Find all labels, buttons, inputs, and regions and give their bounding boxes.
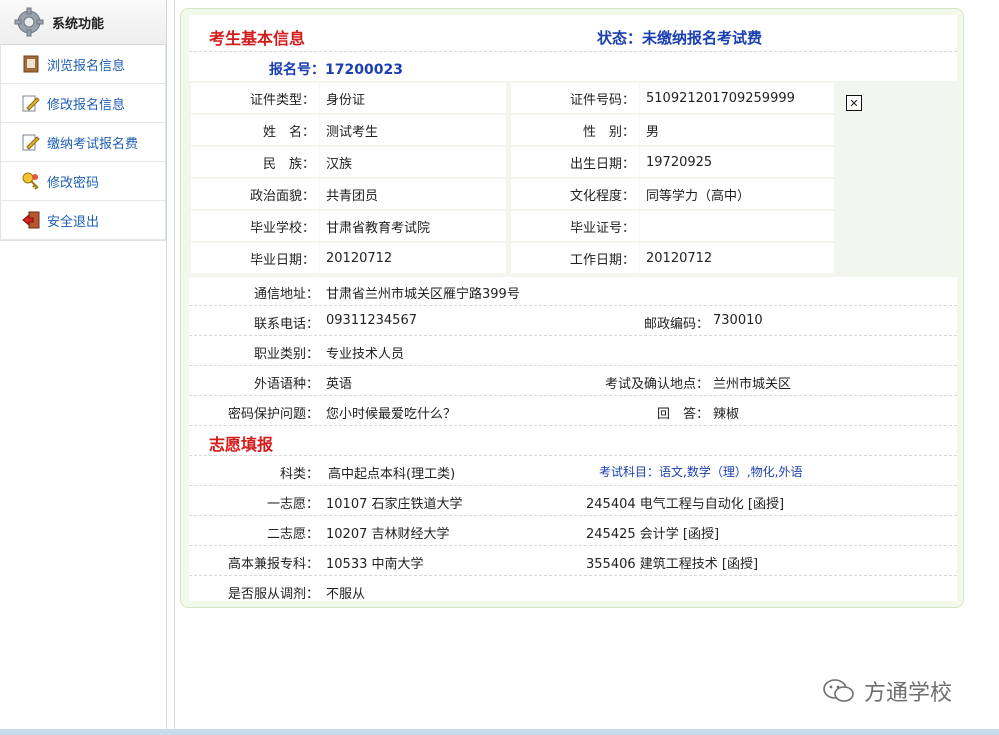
divider xyxy=(189,365,957,366)
sidebar-item-edit[interactable]: 修改报名信息 xyxy=(1,84,165,123)
basic-info-grid: 证件类型： 身份证 证件号码： 510921201709259999 姓 名： … xyxy=(189,81,959,277)
watermark-text: 方通学校 xyxy=(864,681,953,706)
school-label: 毕业学校： xyxy=(191,211,319,241)
sidebar-item-label: 缴纳考试报名费 xyxy=(47,136,139,152)
sidebar-item-browse[interactable]: 浏览报名信息 xyxy=(1,45,165,84)
graduation-date-label: 毕业日期： xyxy=(191,243,319,273)
broken-image-icon: ✕ xyxy=(846,95,862,111)
sidebar-item-logout[interactable]: 安全退出 xyxy=(1,201,165,240)
job-label: 职业类别： xyxy=(253,347,319,362)
education-value: 同等学力（高中） xyxy=(640,179,834,209)
wish-section-title: 志愿填报 xyxy=(209,435,274,454)
first-wish-school: 10107 石家庄铁道大学 xyxy=(326,497,463,512)
adjust-label: 是否服从调剂： xyxy=(227,587,319,602)
sidebar-item-label: 修改密码 xyxy=(47,175,100,191)
extra-wish-school: 10533 中南大学 xyxy=(326,557,424,572)
graduation-date-value: 20120712 xyxy=(320,243,506,273)
work-date-label: 工作日期： xyxy=(511,243,639,273)
name-label: 姓 名： xyxy=(191,115,319,145)
language-label: 外语语种： xyxy=(253,377,319,392)
sidebar-header: 系统功能 xyxy=(0,0,166,45)
divider xyxy=(189,455,957,456)
ethnicity-label: 民 族： xyxy=(191,147,319,177)
id-number-label: 证件号码： xyxy=(511,83,639,113)
birth-date-value: 19720925 xyxy=(640,147,834,177)
first-wish-label: 一志愿： xyxy=(266,497,319,512)
adjust-value: 不服从 xyxy=(326,587,366,602)
second-wish-school: 10207 吉林财经大学 xyxy=(326,527,450,542)
exit-icon xyxy=(22,211,40,229)
id-type-value: 身份证 xyxy=(320,83,506,113)
wechat-icon xyxy=(823,679,854,702)
gear-icon xyxy=(14,7,44,37)
exam-site-label: 考试及确认地点： xyxy=(604,377,709,392)
edit-icon xyxy=(22,134,40,151)
category-label: 科类： xyxy=(279,467,319,482)
sidebar-item-pay-fee[interactable]: 缴纳考试报名费 xyxy=(1,123,165,162)
book-icon xyxy=(23,55,39,73)
divider xyxy=(189,515,957,516)
divider xyxy=(189,395,957,396)
address-label: 通信地址： xyxy=(253,287,319,302)
extra-wish-major: 355406 建筑工程技术 [函授] xyxy=(586,557,759,572)
school-value: 甘肃省教育考试院 xyxy=(320,211,506,241)
diploma-number-value xyxy=(640,211,834,241)
answer-label: 回 答： xyxy=(656,407,709,422)
id-number-value: 510921201709259999 xyxy=(640,83,834,113)
phone-label: 联系电话： xyxy=(253,317,319,332)
work-date-value: 20120712 xyxy=(640,243,834,273)
status-text: 状态：未缴纳报名考试费 xyxy=(597,29,763,47)
registration-number: 报名号：17200023 xyxy=(269,62,403,78)
edit-icon xyxy=(22,95,40,112)
exam-site-value: 兰州市城关区 xyxy=(713,377,792,392)
zip-label: 邮政编码： xyxy=(643,317,709,332)
ethnicity-value: 汉族 xyxy=(320,147,506,177)
address-value: 甘肃省兰州市城关区雁宁路399号 xyxy=(326,287,520,302)
content-panel: 考生基本信息 状态：未缴纳报名考试费 报名号：17200023 证件类型： 身份… xyxy=(180,8,964,608)
security-question-label: 密码保护问题： xyxy=(227,407,319,422)
divider xyxy=(189,425,957,426)
sidebar-item-change-password[interactable]: 修改密码 xyxy=(1,162,165,201)
bottom-bar xyxy=(0,729,999,735)
political-status-label: 政治面貌： xyxy=(191,179,319,209)
first-wish-major: 245404 电气工程与自动化 [函授] xyxy=(586,497,785,512)
sidebar-menu: 浏览报名信息 修改报名信息 缴纳考试报名费 修改密码 安全退出 xyxy=(0,45,166,241)
second-wish-major: 245425 会计学 [函授] xyxy=(586,527,720,542)
divider xyxy=(189,485,957,486)
name-value: 测试考生 xyxy=(320,115,506,145)
language-value: 英语 xyxy=(326,377,353,392)
content-inner: 考生基本信息 状态：未缴纳报名考试费 报名号：17200023 证件类型： 身份… xyxy=(189,15,959,602)
gender-label: 性 别： xyxy=(511,115,639,145)
category-value: 高中起点本科(理工类) xyxy=(328,467,456,482)
sidebar: 系统功能 浏览报名信息 修改报名信息 缴纳考试报名费 修改密码 安全退出 xyxy=(0,0,167,735)
gender-value: 男 xyxy=(640,115,834,145)
basic-info-title: 考生基本信息 xyxy=(209,29,306,48)
divider xyxy=(189,335,957,336)
answer-value: 辣椒 xyxy=(713,407,740,422)
birth-date-label: 出生日期： xyxy=(511,147,639,177)
second-wish-label: 二志愿： xyxy=(266,527,319,542)
divider xyxy=(189,305,957,306)
watermark: 方通学校 xyxy=(822,675,952,707)
divider xyxy=(189,545,957,546)
political-status-value: 共青团员 xyxy=(320,179,506,209)
zip-value: 730010 xyxy=(713,313,763,328)
exam-subjects: 考试科目：语文,数学（理）,物化,外语 xyxy=(599,465,803,479)
diploma-number-label: 毕业证号： xyxy=(511,211,639,241)
education-label: 文化程度： xyxy=(511,179,639,209)
sidebar-item-label: 修改报名信息 xyxy=(47,97,126,113)
security-question-value: 您小时候最爱吃什么？ xyxy=(326,407,457,422)
sidebar-item-label: 安全退出 xyxy=(47,214,100,230)
divider xyxy=(189,575,957,576)
divider xyxy=(189,51,957,52)
job-value: 专业技术人员 xyxy=(326,347,405,362)
sidebar-item-label: 浏览报名信息 xyxy=(47,58,126,74)
sidebar-title: 系统功能 xyxy=(52,16,105,32)
extra-wish-label: 高本兼报专科： xyxy=(227,557,319,572)
key-icon xyxy=(22,172,39,190)
phone-value: 09311234567 xyxy=(326,313,417,328)
id-type-label: 证件类型： xyxy=(191,83,319,113)
